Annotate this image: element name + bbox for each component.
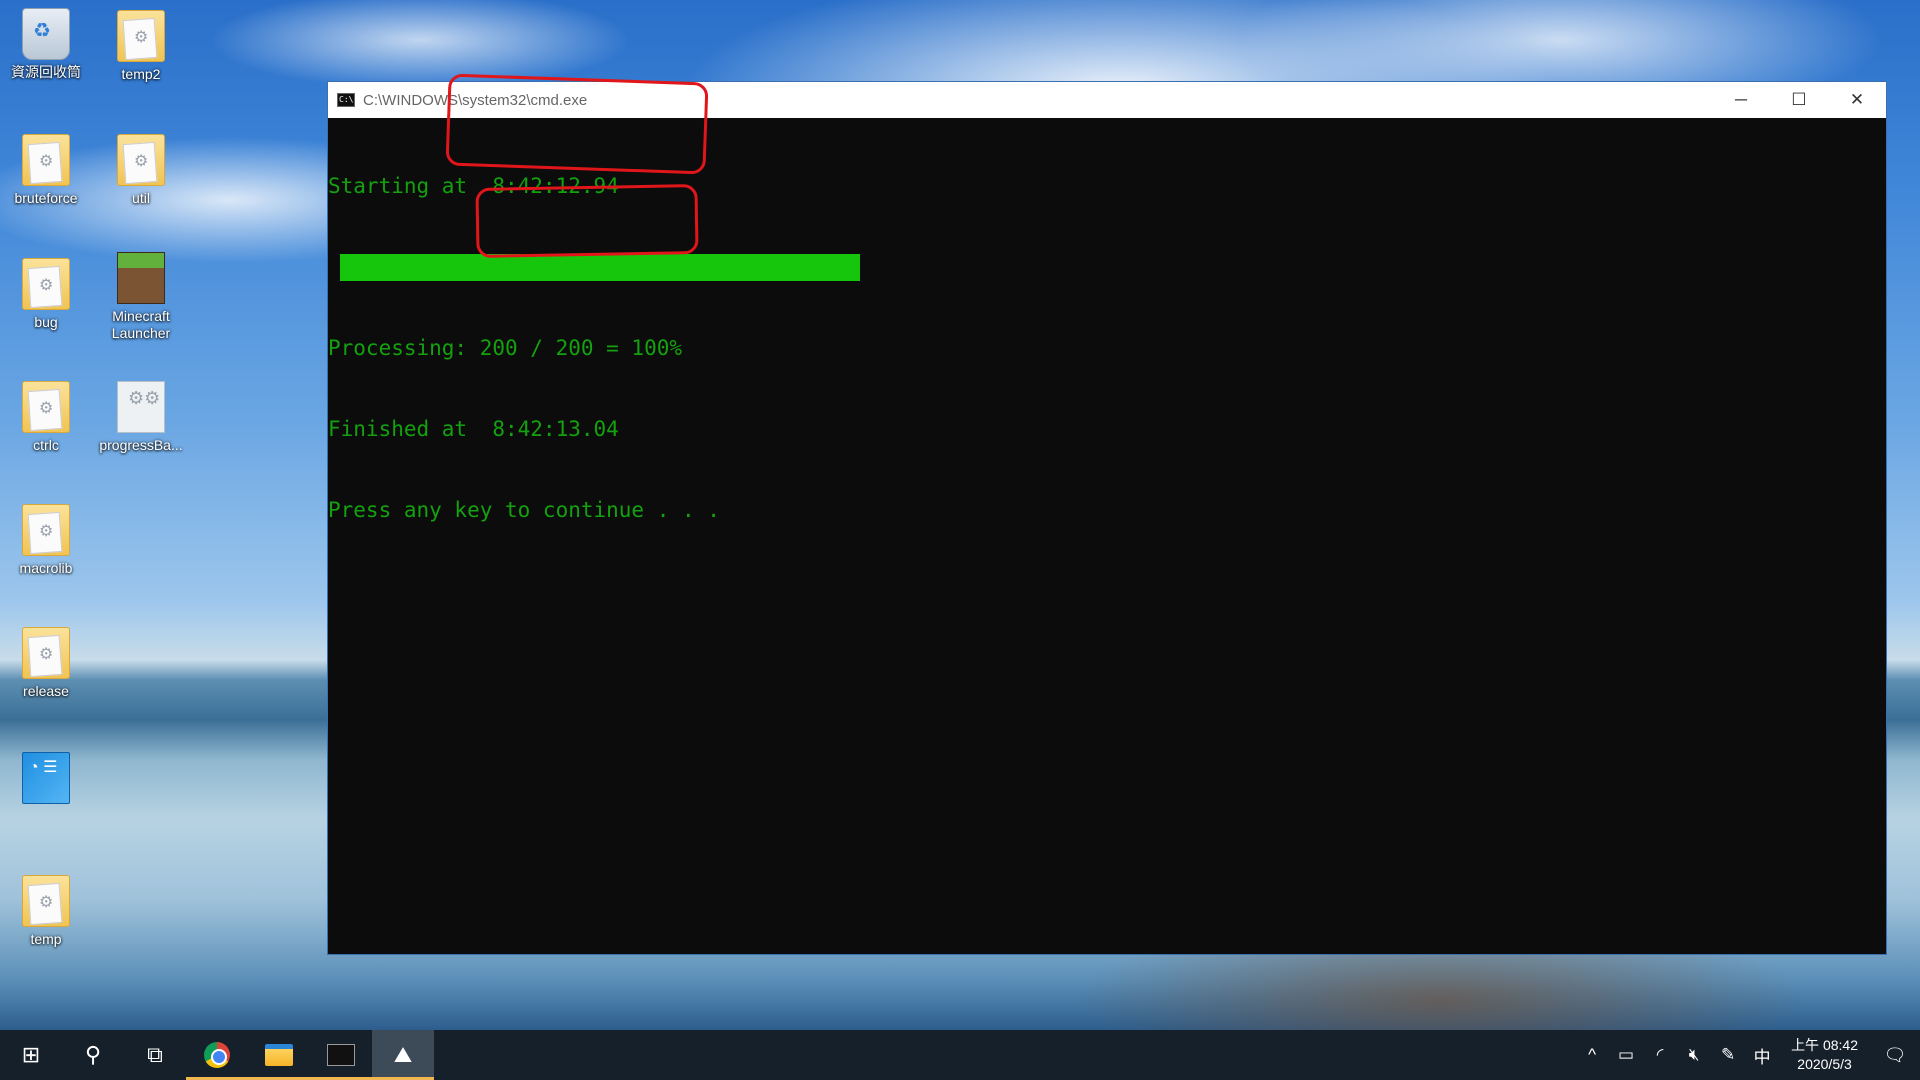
desktop-icon-minecraft-launcher[interactable]: Minecraft Launcher (95, 252, 187, 342)
desktop-icon-label: temp2 (121, 66, 161, 82)
desktop-icon-label: release (23, 683, 69, 699)
desktop-icon-recycle-bin[interactable]: 資源回收筒 (0, 8, 92, 81)
desktop-icon-label: macrolib (19, 560, 73, 576)
desktop-icon-macrolib[interactable]: macrolib (0, 504, 92, 577)
ime-indicator[interactable]: 中 (1745, 1043, 1779, 1068)
task-view-button[interactable]: ⧉ (124, 1030, 186, 1080)
desktop-icon-bug[interactable]: bug (0, 258, 92, 331)
desktop-icon-label: ctrlc (33, 437, 59, 453)
folder-icon (22, 134, 70, 186)
terminal-icon (327, 1044, 355, 1066)
cmd-icon: C:\ (337, 93, 355, 107)
cmd-window[interactable]: C:\ C:\WINDOWS\system32\cmd.exe ─ ☐ ✕ St… (327, 81, 1887, 955)
folder-icon (22, 504, 70, 556)
battery-icon[interactable]: ▭ (1609, 1045, 1643, 1065)
start-time-line: Starting at 8:42:12.94 (328, 174, 619, 198)
show-hidden-icons-button[interactable]: ^ (1575, 1045, 1609, 1065)
windows-start-icon: ⊞ (21, 1042, 41, 1067)
control-panel-icon (22, 752, 70, 804)
window-title: C:\WINDOWS\system32\cmd.exe (363, 91, 588, 109)
taskbar: ⊞ ⚲ ⧉ ⛰ ^ ▭ ◜ 🔇︎ ✎ 中 上午 08:42 2020/5/3 🗨… (0, 1030, 1920, 1080)
desktop-icon-bruteforce[interactable]: bruteforce (0, 134, 92, 207)
app-icon: ⛰ (393, 1042, 413, 1067)
executable-icon (117, 381, 165, 433)
progress-bar (340, 254, 860, 281)
continue-prompt: Press any key to continue . . . (328, 498, 720, 522)
title-bar[interactable]: C:\ C:\WINDOWS\system32\cmd.exe ─ ☐ ✕ (328, 82, 1886, 118)
folder-icon (22, 381, 70, 433)
wifi-icon[interactable]: ◜ (1643, 1045, 1677, 1065)
notification-center-icon[interactable]: 🗨︎ (1870, 1045, 1920, 1066)
desktop-icon-control-panel[interactable] (0, 752, 92, 808)
desktop-icon-label: temp (30, 931, 62, 947)
maximize-button[interactable]: ☐ (1770, 82, 1828, 118)
start-button[interactable]: ⊞ (0, 1030, 62, 1080)
system-tray: ^ ▭ ◜ 🔇︎ ✎ 中 上午 08:42 2020/5/3 🗨︎ (1575, 1030, 1920, 1080)
console-output[interactable]: Starting at 8:42:12.94 Processing: 200 /… (328, 118, 1886, 578)
desktop-icon-ctrlc[interactable]: ctrlc (0, 381, 92, 454)
search-button[interactable]: ⚲ (62, 1030, 124, 1080)
recycle-bin-icon (22, 8, 70, 60)
taskbar-chrome[interactable] (186, 1030, 248, 1080)
folder-icon (117, 134, 165, 186)
taskbar-app[interactable]: ⛰ (372, 1030, 434, 1080)
close-button[interactable]: ✕ (1828, 82, 1886, 118)
clock-time: 上午 08:42 (1791, 1037, 1858, 1053)
file-explorer-icon (265, 1044, 293, 1066)
desktop-icon-release[interactable]: release (0, 627, 92, 700)
taskbar-cmd[interactable] (310, 1030, 372, 1080)
folder-icon (22, 875, 70, 927)
desktop-icon-label: progressBa... (99, 437, 183, 453)
desktop-icon-label: bug (34, 314, 58, 330)
clock-date: 2020/5/3 (1797, 1056, 1852, 1072)
desktop-icon-label: util (132, 190, 150, 206)
pen-icon[interactable]: ✎ (1711, 1045, 1745, 1065)
taskbar-file-explorer[interactable] (248, 1030, 310, 1080)
desktop-icon-label: 資源回收筒 (11, 64, 81, 80)
folder-icon (22, 627, 70, 679)
desktop-icon-util[interactable]: util (95, 134, 187, 207)
volume-muted-icon[interactable]: 🔇︎ (1677, 1045, 1711, 1065)
desktop-icon-progressbar[interactable]: progressBa... (95, 381, 187, 454)
desktop-icon-temp2[interactable]: temp2 (95, 10, 187, 83)
processing-line: Processing: 200 / 200 = 100% (328, 336, 683, 360)
search-icon: ⚲ (84, 1042, 102, 1067)
clock[interactable]: 上午 08:42 2020/5/3 (1779, 1036, 1870, 1074)
finish-time-line: Finished at 8:42:13.04 (328, 417, 619, 441)
chrome-icon (204, 1042, 230, 1068)
folder-icon (22, 258, 70, 310)
desktop-icon-label: Minecraft Launcher (111, 308, 171, 341)
minecraft-icon (117, 252, 165, 304)
task-view-icon: ⧉ (147, 1042, 163, 1067)
minimize-button[interactable]: ─ (1712, 82, 1770, 118)
desktop-icon-label: bruteforce (14, 190, 78, 206)
desktop-icon-temp[interactable]: temp (0, 875, 92, 948)
folder-icon (117, 10, 165, 62)
